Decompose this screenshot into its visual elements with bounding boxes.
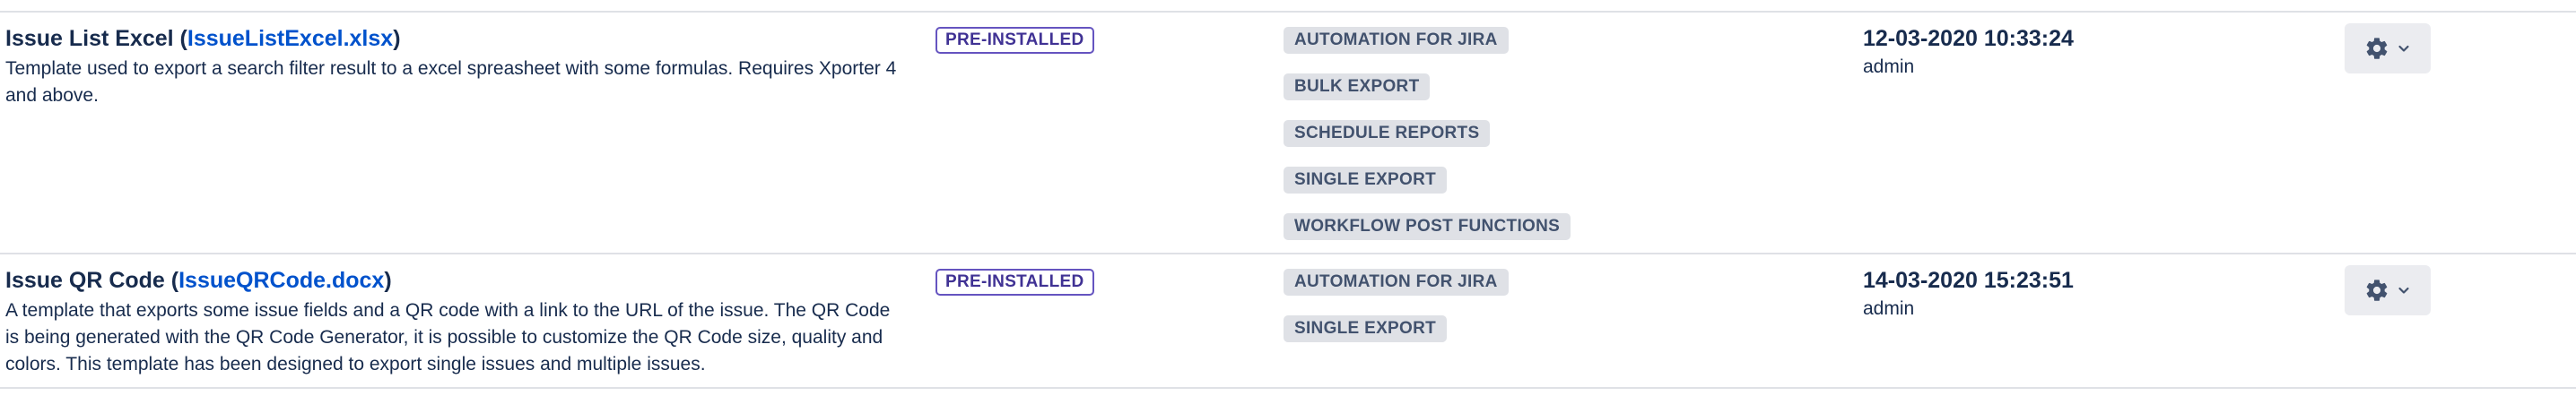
template-description: A template that exports some issue field… <box>5 300 891 374</box>
template-title: Issue QR Code (IssueQRCode.docx) <box>5 265 902 296</box>
tag: SINGLE EXPORT <box>1284 167 1448 194</box>
chevron-down-icon <box>2398 287 2409 294</box>
tags-cell: AUTOMATION FOR JIRA BULK EXPORT SCHEDULE… <box>1284 23 1571 240</box>
template-author: admin <box>1863 298 1915 319</box>
status-cell: PRE-INSTALLED <box>936 265 1094 296</box>
date-cell: 14-03-2020 15:23:51 admin <box>1863 265 2074 323</box>
template-title-suffix: ) <box>393 26 401 51</box>
template-file-link[interactable]: IssueQRCode.docx <box>178 268 384 293</box>
chevron-down-icon <box>2398 45 2409 52</box>
actions-button[interactable] <box>2345 265 2431 315</box>
actions-button[interactable] <box>2345 23 2431 73</box>
tag-list: AUTOMATION FOR JIRA SINGLE EXPORT <box>1284 269 1509 342</box>
template-title-prefix: Issue List Excel ( <box>5 26 187 51</box>
template-author: admin <box>1863 56 1915 77</box>
template-file-link[interactable]: IssueListExcel.xlsx <box>187 26 393 51</box>
tag: WORKFLOW POST FUNCTIONS <box>1284 213 1571 240</box>
date-cell: 12-03-2020 10:33:24 admin <box>1863 23 2074 81</box>
template-description: Template used to export a search filter … <box>5 58 897 106</box>
gear-icon <box>2366 280 2388 301</box>
status-lozenge: PRE-INSTALLED <box>936 269 1094 296</box>
tag: SCHEDULE REPORTS <box>1284 120 1491 147</box>
template-date: 12-03-2020 10:33:24 <box>1863 26 2074 51</box>
actions-cell <box>2345 265 2431 315</box>
template-cell: Issue QR Code (IssueQRCode.docx) A templ… <box>5 265 902 378</box>
template-title: Issue List Excel (IssueListExcel.xlsx) <box>5 23 902 54</box>
tag: AUTOMATION FOR JIRA <box>1284 269 1509 296</box>
template-title-prefix: Issue QR Code ( <box>5 268 179 293</box>
row-divider <box>0 387 2576 389</box>
gear-icon <box>2366 38 2388 59</box>
tag-list: AUTOMATION FOR JIRA BULK EXPORT SCHEDULE… <box>1284 27 1571 240</box>
tag: SINGLE EXPORT <box>1284 315 1448 342</box>
status-cell: PRE-INSTALLED <box>936 23 1094 54</box>
tags-cell: AUTOMATION FOR JIRA SINGLE EXPORT <box>1284 265 1509 342</box>
template-title-suffix: ) <box>384 268 392 293</box>
template-date: 14-03-2020 15:23:51 <box>1863 268 2074 293</box>
actions-cell <box>2345 23 2431 73</box>
tag: AUTOMATION FOR JIRA <box>1284 27 1509 54</box>
tag: BULK EXPORT <box>1284 73 1431 100</box>
row-divider <box>0 11 2576 13</box>
row-divider <box>0 253 2576 254</box>
template-cell: Issue List Excel (IssueListExcel.xlsx) T… <box>5 23 902 109</box>
status-lozenge: PRE-INSTALLED <box>936 27 1094 54</box>
templates-table: Issue List Excel (IssueListExcel.xlsx) T… <box>0 0 2576 396</box>
